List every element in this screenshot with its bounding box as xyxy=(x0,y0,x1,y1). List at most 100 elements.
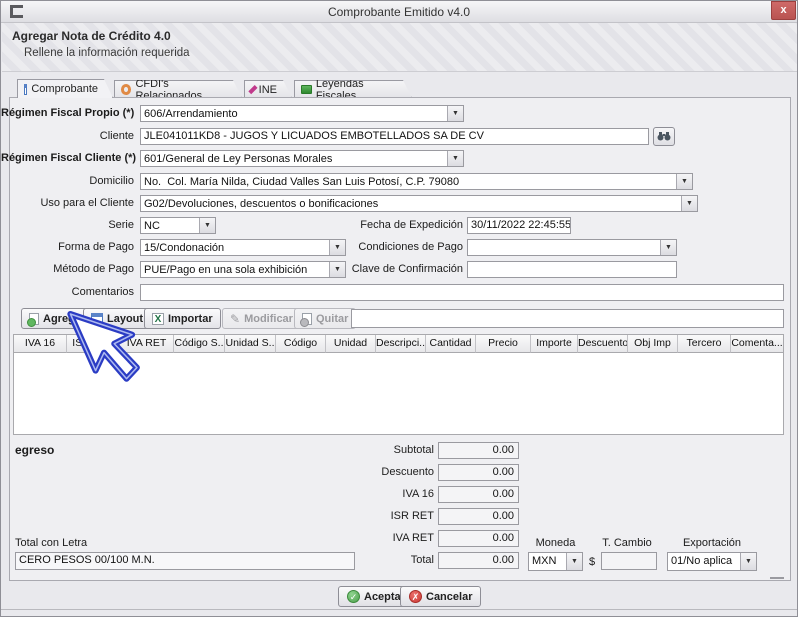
uso-cliente-select[interactable]: G02/Devoluciones, descuentos o bonificac… xyxy=(140,195,698,212)
items-table[interactable]: IVA 16 ISR RET IVA RET Código S.. Unidad… xyxy=(13,334,784,435)
t-cambio-label: T. Cambio xyxy=(602,537,652,549)
dialog-window: Comprobante Emitido v4.0 x Agregar Nota … xyxy=(0,0,798,617)
serie-value: NC xyxy=(144,220,160,232)
diamond-icon xyxy=(248,85,257,94)
check-icon: ✓ xyxy=(347,590,360,603)
remove-item-icon xyxy=(300,312,312,327)
importar-label: Importar xyxy=(168,312,213,325)
fecha-expedicion-label: Fecha de Expedición xyxy=(360,219,463,231)
column-header[interactable]: Descuento xyxy=(578,335,628,353)
moneda-select[interactable]: MXN ▼ xyxy=(528,552,583,571)
column-header[interactable]: Código S.. xyxy=(174,335,225,353)
chevron-down-icon[interactable]: ▼ xyxy=(566,553,582,570)
clave-confirmacion-label: Clave de Confirmación xyxy=(351,263,463,275)
column-header[interactable]: Obj Imp xyxy=(628,335,678,353)
tab-leyendas-fiscales[interactable]: Leyendas Fiscales xyxy=(294,80,412,98)
fecha-expedicion-input[interactable]: 30/11/2022 22:45:55 xyxy=(467,217,571,234)
aceptar-label: Aceptar xyxy=(364,590,405,603)
excel-icon: X xyxy=(152,312,164,325)
comentarios-input[interactable] xyxy=(140,284,784,301)
column-header[interactable]: IVA RET xyxy=(120,335,174,353)
tab-ine[interactable]: INE xyxy=(244,80,292,98)
total-value: 0.00 xyxy=(438,552,519,569)
column-header[interactable]: Unidad xyxy=(326,335,376,353)
condiciones-pago-select[interactable]: ▼ xyxy=(467,239,677,256)
uso-cliente-label: Uso para el Cliente xyxy=(40,197,134,209)
layout-button[interactable]: Layout xyxy=(83,308,152,329)
cliente-label: Cliente xyxy=(99,130,134,142)
agregar-label: Agregar xyxy=(43,312,86,325)
iva-ret-label: IVA RET xyxy=(392,532,434,544)
serie-select[interactable]: NC ▼ xyxy=(140,217,216,234)
iva-ret-value: 0.00 xyxy=(438,530,519,547)
concept-search-input[interactable] xyxy=(351,309,784,328)
column-header[interactable]: Descripci... xyxy=(376,335,426,353)
chevron-down-icon[interactable]: ▼ xyxy=(676,174,692,189)
t-cambio-input[interactable] xyxy=(601,552,657,570)
iva16-label: IVA 16 xyxy=(402,488,434,500)
regimen-cliente-select[interactable]: 601/General de Ley Personas Morales ▼ xyxy=(140,150,464,167)
exportacion-select[interactable]: 01/No aplica ▼ xyxy=(667,552,757,571)
link-icon xyxy=(121,84,131,95)
moneda-label: Moneda xyxy=(535,537,576,549)
chevron-down-icon[interactable]: ▼ xyxy=(447,106,463,121)
column-header[interactable]: Código xyxy=(276,335,326,353)
search-client-button[interactable] xyxy=(653,127,675,146)
quitar-label: Quitar xyxy=(316,312,349,325)
column-header[interactable]: ISR RET xyxy=(67,335,120,353)
chevron-down-icon[interactable]: ▼ xyxy=(740,553,756,570)
comentarios-label: Comentarios xyxy=(71,286,134,298)
regimen-propio-label: Régimen Fiscal Propio (*) xyxy=(1,107,135,119)
subtotal-label: Subtotal xyxy=(393,444,434,456)
condiciones-pago-label: Condiciones de Pago xyxy=(358,241,463,253)
book-icon xyxy=(301,85,312,94)
uso-cliente-value: G02/Devoluciones, descuentos o bonificac… xyxy=(144,198,379,210)
header-title: Agregar Nota de Crédito 4.0 xyxy=(12,29,171,43)
items-table-header: IVA 16 ISR RET IVA RET Código S.. Unidad… xyxy=(14,335,783,353)
bottom-divider xyxy=(1,609,797,610)
cancelar-label: Cancelar xyxy=(426,590,473,603)
iva16-value: 0.00 xyxy=(438,486,519,503)
forma-pago-select[interactable]: 15/Condonación ▼ xyxy=(140,239,346,256)
importar-button[interactable]: X Importar xyxy=(144,308,221,329)
chevron-down-icon[interactable]: ▼ xyxy=(447,151,463,166)
column-header[interactable]: Importe xyxy=(531,335,578,353)
domicilio-label: Domicilio xyxy=(89,175,134,187)
cancel-icon: ✗ xyxy=(409,590,422,603)
clave-confirmacion-input[interactable] xyxy=(467,261,677,278)
column-header[interactable]: Cantidad xyxy=(426,335,476,353)
total-con-letra-value: CERO PESOS 00/100 M.N. xyxy=(15,552,355,570)
column-header[interactable]: Tercero xyxy=(678,335,731,353)
modificar-button[interactable]: ✎ Modificar xyxy=(222,308,301,329)
cancelar-button[interactable]: ✗ Cancelar xyxy=(400,586,482,607)
chevron-down-icon[interactable]: ▼ xyxy=(660,240,676,255)
column-header[interactable]: IVA 16 xyxy=(14,335,67,353)
header-banner: Agregar Nota de Crédito 4.0 Rellene la i… xyxy=(2,23,797,72)
column-header[interactable]: Precio xyxy=(476,335,531,353)
tab-comprobante[interactable]: Comprobante xyxy=(17,79,113,98)
chevron-down-icon[interactable]: ▼ xyxy=(681,196,697,211)
window-title: Comprobante Emitido v4.0 xyxy=(327,5,471,19)
metodo-pago-select[interactable]: PUE/Pago en una sola exhibición ▼ xyxy=(140,261,346,278)
column-header[interactable]: Comenta... xyxy=(731,335,783,353)
resize-grip[interactable] xyxy=(770,575,784,579)
tipo-comprobante-label: egreso xyxy=(15,443,55,457)
form-icon xyxy=(24,84,27,95)
subtotal-value: 0.00 xyxy=(438,442,519,459)
chevron-down-icon[interactable]: ▼ xyxy=(199,218,215,233)
descuento-label: Descuento xyxy=(381,466,434,478)
exportacion-value: 01/No aplica xyxy=(671,555,733,567)
regimen-cliente-label: Régimen Fiscal Cliente (*) xyxy=(1,152,137,164)
pencil-icon: ✎ xyxy=(230,311,241,326)
title-bar: Comprobante Emitido v4.0 x xyxy=(1,1,797,23)
close-button[interactable]: x xyxy=(771,1,796,20)
domicilio-select[interactable]: No. Col. María Nilda, Ciudad Valles San … xyxy=(140,173,693,190)
quitar-button[interactable]: Quitar xyxy=(294,308,357,329)
tab-label: Comprobante xyxy=(31,83,98,95)
total-con-letra-label: Total con Letra xyxy=(15,537,88,549)
tab-cfdis-relacionados[interactable]: CFDI's Relacionados xyxy=(114,80,242,98)
column-header[interactable]: Unidad S.. xyxy=(225,335,276,353)
regimen-propio-select[interactable]: 606/Arrendamiento ▼ xyxy=(140,105,464,122)
cliente-input[interactable]: JLE041011KD8 - JUGOS Y LICUADOS EMBOTELL… xyxy=(140,128,649,145)
layout-icon xyxy=(91,313,103,324)
